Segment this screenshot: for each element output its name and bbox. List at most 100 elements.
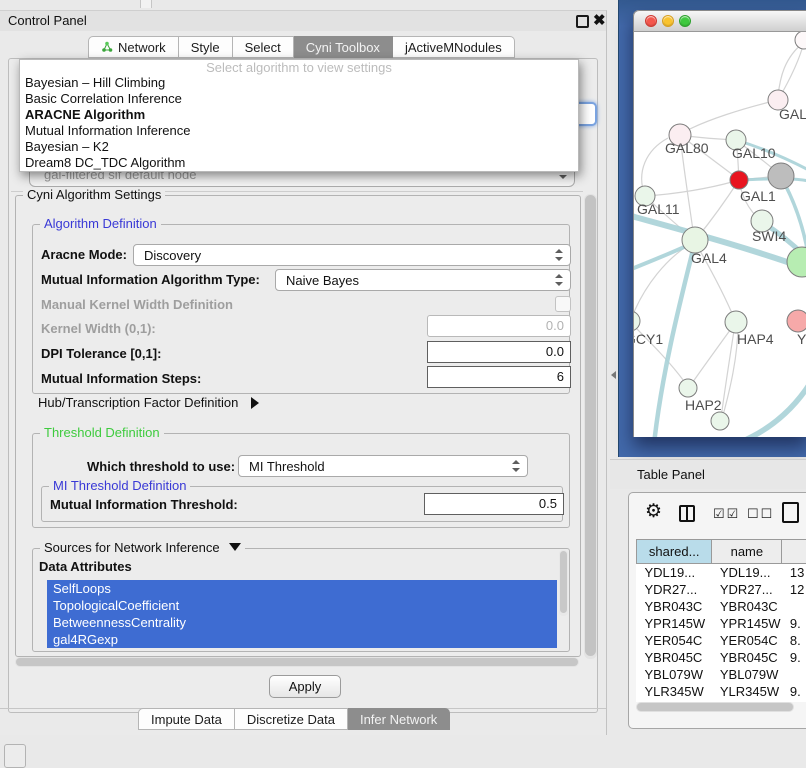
node-gray[interactable] xyxy=(768,163,794,189)
table-cell[interactable]: YLR345W xyxy=(637,683,712,700)
scrollbar-thumb[interactable] xyxy=(585,195,596,656)
algorithm-option-bayesian-k2[interactable]: Bayesian – K2 xyxy=(20,139,578,155)
gear-icon[interactable]: ⚙ xyxy=(645,501,662,523)
tab-infer-network[interactable]: Infer Network xyxy=(348,708,450,730)
node-gal1[interactable] xyxy=(730,171,748,189)
network-canvas[interactable]: GALGAL80GAL10GAL1GAL11SWI4GAL4GCY1HAP4YH… xyxy=(633,32,806,437)
algorithm-option-mutual-information-inference[interactable]: Mutual Information Inference xyxy=(20,123,578,139)
table-cell[interactable]: YBR045C xyxy=(637,649,712,666)
table-row[interactable]: YBR045CYBR045C9. xyxy=(637,649,806,666)
document-icon[interactable] xyxy=(782,502,799,523)
table-cell[interactable]: 8. xyxy=(782,632,806,649)
table-cell[interactable]: YER054C xyxy=(637,632,712,649)
kernel-width-field[interactable]: 0.0 xyxy=(427,315,571,337)
node-gcy1[interactable] xyxy=(634,311,640,331)
table-cell[interactable]: 9. xyxy=(782,683,806,700)
manual-kernel-checkbox[interactable] xyxy=(555,296,571,312)
table-row[interactable]: YDR27...YDR27...12 xyxy=(637,581,806,598)
scrollbar-thumb[interactable] xyxy=(637,703,793,711)
scrollbar-thumb[interactable] xyxy=(16,658,578,666)
mi-threshold-field[interactable]: 0.5 xyxy=(424,493,564,515)
node-hap2[interactable] xyxy=(679,379,697,397)
minimize-traffic-light-icon[interactable] xyxy=(662,15,674,27)
which-threshold-combobox[interactable]: MI Threshold xyxy=(238,455,528,477)
column-header-name[interactable]: name xyxy=(712,540,782,564)
table-cell[interactable]: YBR045C xyxy=(712,649,782,666)
table-horizontal-scrollbar[interactable] xyxy=(636,702,794,712)
algorithm-option-aracne-algorithm[interactable]: ARACNE Algorithm xyxy=(20,107,578,123)
table-cell[interactable]: YDR27... xyxy=(637,581,712,598)
node-salmon-y[interactable] xyxy=(787,310,806,332)
table-cell[interactable]: 13 xyxy=(782,564,806,582)
attribute-item-topologicalcoefficient[interactable]: TopologicalCoefficient xyxy=(47,597,557,614)
attribute-item-betweennesscentrality[interactable]: BetweennessCentrality xyxy=(47,614,557,631)
mi-steps-field[interactable]: 6 xyxy=(427,366,571,388)
minimized-panel-button[interactable] xyxy=(4,744,26,768)
attribute-item-selfloops[interactable]: SelfLoops xyxy=(47,580,557,597)
table-cell[interactable]: YBL079W xyxy=(712,666,782,683)
network-window-titlebar[interactable] xyxy=(633,10,806,32)
collapse-arrow-icon[interactable] xyxy=(229,543,241,551)
table-cell[interactable]: YLR345W xyxy=(712,683,782,700)
tab-cyni-toolbox[interactable]: Cyni Toolbox xyxy=(294,36,393,58)
table-cell[interactable]: YBR043C xyxy=(712,598,782,615)
table-cell[interactable]: YDL19... xyxy=(712,564,782,582)
node-hap4[interactable] xyxy=(725,311,747,333)
algorithm-option-basic-correlation-inference[interactable]: Basic Correlation Inference xyxy=(20,91,578,107)
columns-icon[interactable] xyxy=(679,505,695,522)
network-edge[interactable] xyxy=(690,322,736,386)
table-cell[interactable]: YBR043C xyxy=(637,598,712,615)
network-edge[interactable] xyxy=(684,100,778,132)
tab-select[interactable]: Select xyxy=(233,36,294,58)
network-edge[interactable] xyxy=(645,182,732,196)
tab-jactivemnodules[interactable]: jActiveMNodules xyxy=(393,36,515,58)
scrollbar-thumb[interactable] xyxy=(560,551,567,613)
close-icon[interactable]: ✖ xyxy=(593,11,606,29)
table-cell[interactable]: YDL19... xyxy=(637,564,712,582)
tab-impute-data[interactable]: Impute Data xyxy=(138,708,235,730)
settings-horizontal-scrollbar[interactable] xyxy=(15,657,579,667)
split-pane-arrow-icon[interactable] xyxy=(611,371,616,379)
algorithm-option-dream8-dc-tdc-algorithm[interactable]: Dream8 DC_TDC Algorithm xyxy=(20,155,578,171)
node-bright-green[interactable] xyxy=(787,247,806,277)
apply-button[interactable]: Apply xyxy=(269,675,341,698)
table-cell[interactable] xyxy=(782,666,806,683)
close-traffic-light-icon[interactable] xyxy=(645,15,657,27)
hub-tf-definition-toggle[interactable]: Hub/Transcription Factor Definition xyxy=(38,395,259,410)
table-cell[interactable]: YPR145W xyxy=(637,615,712,632)
mi-type-combobox[interactable]: Naive Bayes xyxy=(275,269,571,291)
algorithm-option-bayesian-hill-climbing[interactable]: Bayesian – Hill Climbing xyxy=(20,75,578,91)
table-row[interactable]: YBR043CYBR043C xyxy=(637,598,806,615)
table-cell[interactable] xyxy=(782,598,806,615)
node-bottom[interactable] xyxy=(711,412,729,430)
table-row[interactable]: YLR345WYLR345W9. xyxy=(637,683,806,700)
table-row[interactable]: YBL079WYBL079W xyxy=(637,666,806,683)
column-header-3[interactable] xyxy=(782,540,806,564)
column-header-shared[interactable]: shared... xyxy=(637,540,712,564)
node-gal10-label: GAL10 xyxy=(732,145,776,161)
tab-style[interactable]: Style xyxy=(179,36,233,58)
node-top-cut[interactable] xyxy=(795,32,806,49)
table-row[interactable]: YDL19...YDL19...13 xyxy=(637,564,806,582)
checked-boxes-icon[interactable]: ☑☑ xyxy=(713,506,740,522)
unchecked-boxes-icon[interactable]: ☐☐ xyxy=(747,506,774,522)
aracne-mode-combobox[interactable]: Discovery xyxy=(133,244,571,266)
zoom-traffic-light-icon[interactable] xyxy=(679,15,691,27)
table-cell[interactable]: YBL079W xyxy=(637,666,712,683)
table-cell[interactable]: 12 xyxy=(782,581,806,598)
float-icon[interactable] xyxy=(576,15,589,28)
tab-network[interactable]: Network xyxy=(88,36,179,58)
table-row[interactable]: YER054CYER054C8. xyxy=(637,632,806,649)
tab-discretize-data[interactable]: Discretize Data xyxy=(235,708,348,730)
table-cell[interactable]: 9. xyxy=(782,615,806,632)
settings-vertical-scrollbar[interactable] xyxy=(584,194,597,659)
network-edge[interactable] xyxy=(778,42,804,96)
dpi-tolerance-field[interactable]: 0.0 xyxy=(427,341,571,363)
table-row[interactable]: YPR145WYPR145W9. xyxy=(637,615,806,632)
attributes-scrollbar[interactable] xyxy=(559,550,568,616)
table-cell[interactable]: YPR145W xyxy=(712,615,782,632)
table-cell[interactable]: YDR27... xyxy=(712,581,782,598)
attribute-item-gal4rgexp[interactable]: gal4RGexp xyxy=(47,631,557,648)
table-cell[interactable]: 9. xyxy=(782,649,806,666)
table-cell[interactable]: YER054C xyxy=(712,632,782,649)
